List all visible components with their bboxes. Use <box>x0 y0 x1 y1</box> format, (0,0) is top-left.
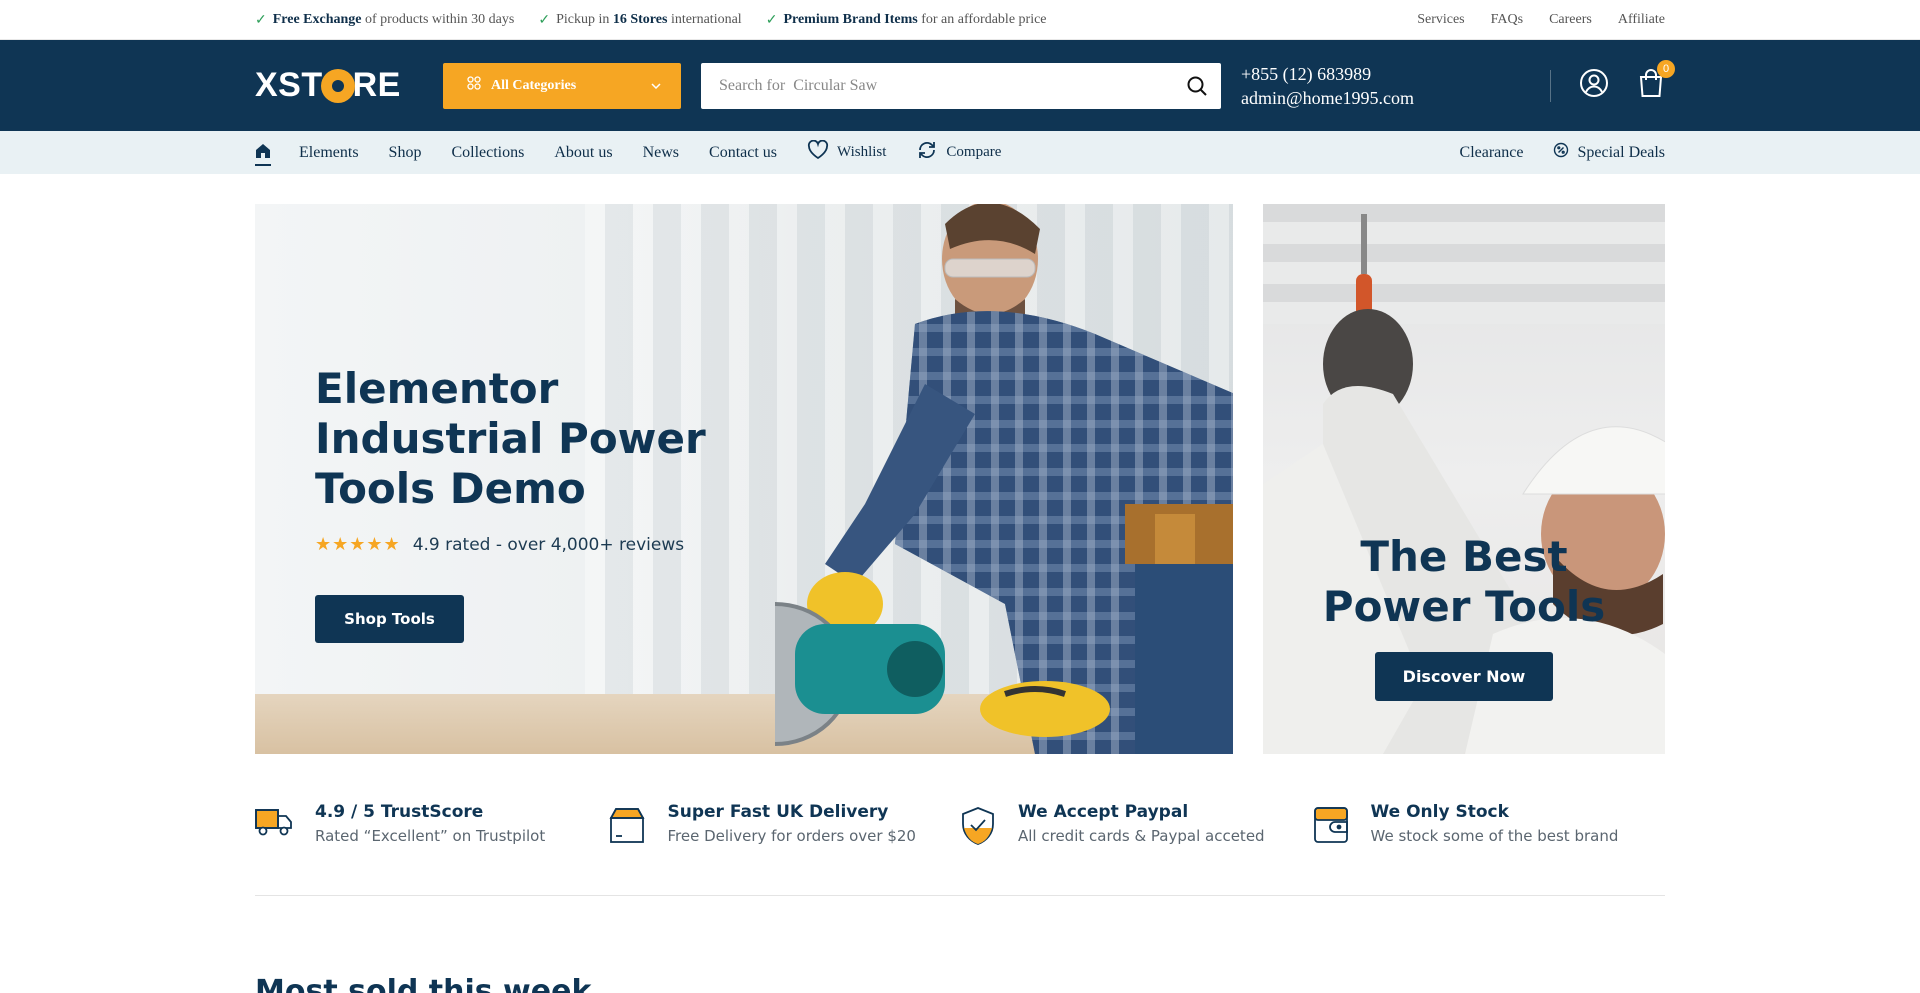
shield-check-icon <box>962 807 994 845</box>
promo-bold: Free Exchange <box>272 12 362 27</box>
main-nav: Elements Shop Collections About us News … <box>0 131 1920 174</box>
categories-grid-icon <box>467 76 481 95</box>
account-icon[interactable] <box>1579 68 1609 103</box>
nav-item-special-deals[interactable]: Special Deals <box>1553 142 1665 163</box>
top-link-faqs[interactable]: FAQs <box>1491 12 1523 28</box>
nav-item-compare[interactable]: Compare <box>916 139 1001 166</box>
wishlist-label: Wishlist <box>837 144 887 160</box>
side-banner: The Best Power Tools Discover Now <box>1263 204 1665 754</box>
logo-text-right: RE <box>352 66 401 104</box>
top-link-services[interactable]: Services <box>1417 12 1464 28</box>
promo-text: of products within 30 days <box>361 12 515 27</box>
categories-label: All Categories <box>491 77 577 93</box>
feature-list: 4.9 / 5 TrustScore Rated “Excellent” on … <box>255 800 1665 848</box>
feature-title: 4.9 / 5 TrustScore <box>315 802 484 822</box>
feature-item: Super Fast UK Delivery Free Delivery for… <box>608 800 961 848</box>
header-divider <box>1550 69 1551 102</box>
discover-now-button[interactable]: Discover Now <box>1375 652 1553 701</box>
feature-subtitle: We stock some of the best brand <box>1370 827 1619 845</box>
side-banner-content: The Best Power Tools Discover Now <box>1263 532 1665 701</box>
nav-item-clearance[interactable]: Clearance <box>1460 144 1524 162</box>
heart-icon <box>807 139 829 165</box>
compare-label: Compare <box>946 144 1002 160</box>
check-icon: ✓ <box>255 12 267 28</box>
header-icons: 0 <box>1550 60 1675 103</box>
side-banner-title-line1: The Best <box>1360 532 1568 581</box>
nav-right: Clearance Special Deals <box>1460 142 1665 163</box>
hero-banner: Elementor Industrial Power Tools Demo ★★… <box>255 204 1233 754</box>
search-input[interactable] <box>719 76 1185 95</box>
shop-tools-button[interactable]: Shop Tools <box>315 595 464 643</box>
promo-free-exchange: ✓ Free Exchange of products within 30 da… <box>255 12 514 29</box>
promo-pre: Pickup in <box>556 12 613 27</box>
hero-title: Elementor Industrial Power Tools Demo <box>315 364 706 513</box>
all-categories-button[interactable]: All Categories <box>443 62 681 109</box>
percent-badge-icon <box>1553 142 1569 163</box>
top-link-careers[interactable]: Careers <box>1549 12 1592 28</box>
feature-item: 4.9 / 5 TrustScore Rated “Excellent” on … <box>255 800 608 848</box>
feature-title: We Accept Paypal <box>1018 802 1189 822</box>
promo-pickup: ✓ Pickup in 16 Stores international <box>538 12 741 29</box>
feature-title: Super Fast UK Delivery <box>667 802 889 822</box>
section-divider <box>255 895 1665 896</box>
promo-bold: 16 Stores <box>612 12 668 27</box>
nav-item-wishlist[interactable]: Wishlist <box>807 139 887 165</box>
cart-button[interactable]: 0 <box>1637 60 1675 103</box>
hero-content: Elementor Industrial Power Tools Demo ★★… <box>315 364 775 643</box>
nav-item-about[interactable]: About us <box>554 144 612 162</box>
promo-premium: ✓ Premium Brand Items for an affordable … <box>766 12 1047 29</box>
nav-item-contact[interactable]: Contact us <box>709 144 777 162</box>
side-banner-title-line2: Power Tools <box>1322 582 1606 631</box>
promo-text: international <box>667 12 742 27</box>
feature-subtitle: Rated “Excellent” on Trustpilot <box>315 827 546 845</box>
cart-count-badge: 0 <box>1657 60 1675 78</box>
worker-with-saw-image <box>775 204 1233 754</box>
nav-item-collections[interactable]: Collections <box>451 144 524 162</box>
nav-item-news[interactable]: News <box>643 144 679 162</box>
nav-item-elements[interactable]: Elements <box>299 144 359 162</box>
feature-item: We Only Stock We stock some of the best … <box>1313 800 1666 848</box>
promo-text: for an affordable price <box>917 12 1047 27</box>
feature-subtitle: Free Delivery for orders over $20 <box>667 827 916 845</box>
search-bar <box>701 62 1221 109</box>
hero-rating: ★★★★★ 4.9 rated - over 4,000+ reviews <box>315 534 775 555</box>
email-address[interactable]: admin@home1995.com <box>1241 86 1414 110</box>
truck-icon <box>255 809 292 836</box>
phone-number[interactable]: +855 (12) 683989 <box>1241 62 1414 86</box>
feature-item: We Accept Paypal All credit cards & Payp… <box>960 800 1313 848</box>
compare-icon <box>916 139 938 166</box>
rating-text: 4.9 rated - over 4,000+ reviews <box>412 534 685 555</box>
top-links: Services FAQs Careers Affiliate <box>1417 12 1665 28</box>
gear-logo-icon <box>323 71 352 100</box>
contact-info: +855 (12) 683989 admin@home1995.com <box>1241 62 1414 110</box>
site-logo[interactable]: XST RE <box>255 66 423 105</box>
logo-text-left: XST <box>255 66 323 104</box>
chevron-down-icon <box>651 78 661 94</box>
search-icon[interactable] <box>1185 74 1209 98</box>
section-title: Most sold this week <box>255 974 592 993</box>
top-link-affiliate[interactable]: Affiliate <box>1618 12 1665 28</box>
top-bar: ✓ Free Exchange of products within 30 da… <box>0 0 1920 40</box>
main-header: XST RE All Categories +855 (12) 683989 a… <box>0 40 1920 131</box>
box-icon <box>608 808 645 843</box>
home-icon[interactable] <box>255 140 271 166</box>
rating-stars-icon: ★★★★★ <box>315 534 401 555</box>
check-icon: ✓ <box>765 12 778 28</box>
promo-list: ✓ Free Exchange of products within 30 da… <box>255 12 1047 29</box>
feature-title: We Only Stock <box>1370 802 1509 822</box>
feature-subtitle: All credit cards & Paypal acceted <box>1018 827 1265 845</box>
nav-item-shop[interactable]: Shop <box>389 144 422 162</box>
special-deals-label: Special Deals <box>1577 143 1665 161</box>
wallet-icon <box>1313 807 1348 843</box>
promo-bold: Premium Brand Items <box>783 12 918 27</box>
check-icon: ✓ <box>538 12 551 28</box>
cart-icon <box>1637 69 1665 102</box>
